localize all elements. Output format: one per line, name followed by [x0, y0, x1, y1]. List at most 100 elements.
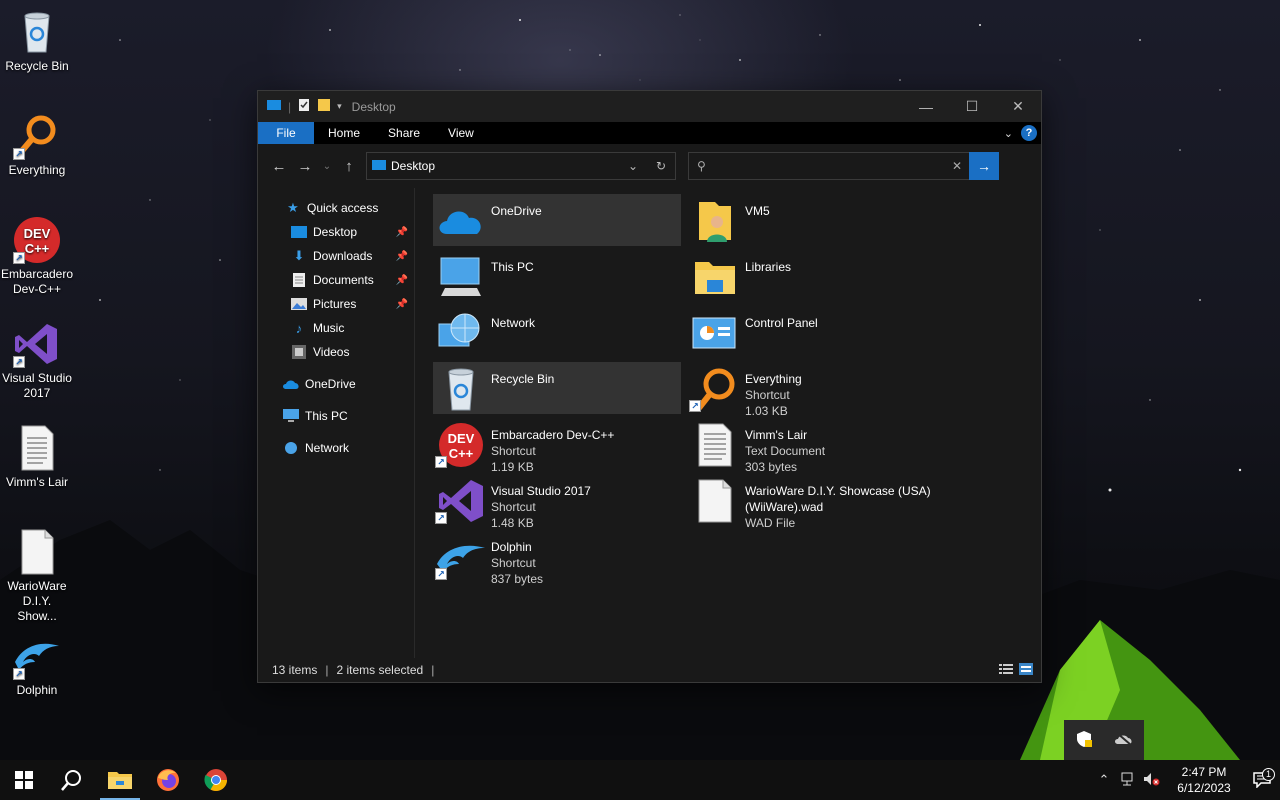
desktop-icon-visual-studio[interactable]: ↗ Visual Studio 2017 [2, 320, 72, 401]
list-item-devcpp[interactable]: DEV C++ ↗ Embarcadero Dev-C++ Shortcut 1.… [433, 418, 681, 474]
desktop-icon-recycle-bin[interactable]: Recycle Bin [2, 8, 72, 74]
file-icon [13, 528, 61, 576]
list-item-dolphin[interactable]: ↗ Dolphin Shortcut 837 bytes [433, 530, 681, 586]
nav-music[interactable]: ♪ Music [258, 316, 414, 340]
nav-this-pc[interactable]: This PC [258, 404, 414, 428]
taskbar-firefox[interactable] [144, 760, 192, 800]
back-button[interactable]: ← [266, 153, 292, 179]
tab-home[interactable]: Home [314, 122, 374, 144]
list-item-visual-studio[interactable]: ↗ Visual Studio 2017 Shortcut 1.48 KB [433, 474, 681, 530]
tab-file[interactable]: File [258, 122, 314, 144]
search-go-button[interactable]: → [969, 152, 999, 180]
shortcut-arrow-icon: ↗ [13, 668, 25, 680]
recent-locations-button[interactable]: ⌄ [318, 153, 336, 179]
nav-documents[interactable]: Documents 📌 [258, 268, 414, 292]
star-icon: ★ [287, 200, 299, 215]
visual-studio-icon: ↗ [435, 478, 487, 524]
user-folder-icon [689, 198, 741, 244]
search-input[interactable] [711, 159, 945, 173]
toolbar-divider: | [288, 99, 292, 114]
new-folder-icon[interactable] [317, 98, 331, 115]
desktop-icon-devcpp[interactable]: DEV C++ ↗ Embarcadero Dev-C++ [1, 216, 73, 297]
list-item-control-panel[interactable]: Control Panel [687, 306, 935, 358]
maximize-button[interactable]: ☐ [949, 91, 995, 122]
clock[interactable]: 2:47 PM 6/12/2023 [1164, 764, 1244, 796]
desktop-icon-label: Everything [8, 163, 66, 177]
videos-icon [290, 344, 308, 360]
list-item-vm5[interactable]: VM5 [687, 194, 935, 246]
pin-icon: 📌 [395, 274, 408, 286]
list-item-libraries[interactable]: Libraries [687, 250, 935, 302]
quick-access-toolbar: | ▾ [266, 98, 342, 115]
nav-network[interactable]: Network [258, 436, 414, 460]
minimize-button[interactable]: — [903, 91, 949, 122]
desktop-icon-warioware[interactable]: WarioWare D.I.Y. Show... [2, 528, 72, 624]
desktop-icon-vimms-lair[interactable]: Vimm's Lair [2, 424, 72, 490]
item-name: Embarcadero Dev-C++ [491, 428, 615, 442]
search-button[interactable] [48, 760, 96, 800]
windows-logo-icon [15, 771, 33, 789]
shortcut-arrow-icon: ↗ [13, 356, 25, 368]
item-name: Vimm's Lair [745, 428, 808, 442]
help-button[interactable]: ? [1021, 125, 1037, 141]
shortcut-arrow-icon: ↗ [689, 400, 701, 412]
taskbar-chrome[interactable] [192, 760, 240, 800]
item-name: WarioWare D.I.Y. Showcase (USA) [745, 484, 931, 498]
desktop-icon-label: Vimm's Lair [5, 475, 69, 489]
title-bar[interactable]: | ▾ Desktop — ☐ ✕ [258, 91, 1041, 122]
nav-label: Desktop [313, 225, 358, 239]
list-item-everything[interactable]: ↗ Everything Shortcut 1.03 KB [687, 362, 935, 418]
desktop-icon-everything[interactable]: ↗ Everything [2, 112, 72, 178]
refresh-icon[interactable]: ↻ [647, 159, 675, 173]
network-icon [435, 310, 487, 356]
details-view-icon[interactable] [999, 663, 1013, 678]
volume-muted-icon[interactable] [1140, 772, 1164, 789]
search-box[interactable]: ⚲ ✕ → [688, 152, 999, 180]
up-button[interactable]: ↑ [336, 153, 362, 179]
action-center-button[interactable]: 1 [1244, 768, 1280, 788]
expand-ribbon-icon[interactable]: ⌄ [1004, 127, 1013, 140]
item-name: Control Panel [745, 316, 818, 330]
forward-button[interactable]: → [292, 153, 318, 179]
nav-pictures[interactable]: Pictures 📌 [258, 292, 414, 316]
item-type: Shortcut [491, 556, 536, 570]
address-bar[interactable]: Desktop ⌄ ↻ [366, 152, 676, 180]
nav-downloads[interactable]: ⬇ Downloads 📌 [258, 244, 414, 268]
clock-date: 6/12/2023 [1177, 781, 1231, 795]
list-item-this-pc[interactable]: This PC [433, 250, 681, 302]
large-icons-view-icon[interactable] [1019, 662, 1033, 678]
list-item-vimms-lair[interactable]: Vimm's Lair Text Document 303 bytes [687, 418, 935, 474]
properties-icon[interactable] [297, 98, 311, 115]
list-item-recycle-bin[interactable]: Recycle Bin [433, 362, 681, 414]
search-icon [61, 770, 81, 791]
network-status-icon[interactable] [1116, 772, 1140, 789]
windows-security-icon[interactable] [1075, 730, 1093, 751]
nav-videos[interactable]: Videos [258, 340, 414, 364]
customize-toolbar-icon[interactable]: ▾ [337, 101, 342, 112]
list-item-onedrive[interactable]: OneDrive [433, 194, 681, 246]
address-dropdown-icon[interactable]: ⌄ [619, 159, 647, 173]
close-button[interactable]: ✕ [995, 91, 1041, 122]
item-name: This PC [491, 260, 534, 274]
list-item-network[interactable]: Network [433, 306, 681, 358]
nav-desktop[interactable]: Desktop 📌 [258, 220, 414, 244]
start-button[interactable] [0, 760, 48, 800]
item-type: Shortcut [491, 500, 536, 514]
taskbar-file-explorer[interactable] [96, 760, 144, 800]
everything-icon: ↗ [689, 366, 741, 412]
clear-search-icon[interactable]: ✕ [945, 159, 969, 173]
navigation-pane: ★ Quick access Desktop 📌 ⬇ Downloads 📌 D… [258, 188, 415, 658]
tab-view[interactable]: View [434, 122, 488, 144]
svg-text:C++: C++ [25, 241, 50, 256]
item-size: 1.19 KB [491, 460, 534, 474]
show-hidden-icons-chevron-icon[interactable]: ⌃ [1092, 772, 1116, 788]
onedrive-offline-icon[interactable] [1114, 731, 1134, 749]
item-type: Shortcut [745, 388, 790, 402]
pin-icon: 📌 [395, 226, 408, 238]
list-item-warioware[interactable]: WarioWare D.I.Y. Showcase (USA) (WiiWare… [687, 474, 935, 530]
item-name-continued: (WiiWare).wad [745, 500, 824, 514]
nav-onedrive[interactable]: OneDrive [258, 372, 414, 396]
desktop-icon-dolphin[interactable]: ↗ Dolphin [2, 632, 72, 698]
tab-share[interactable]: Share [374, 122, 434, 144]
nav-quick-access[interactable]: ★ Quick access [258, 196, 414, 220]
